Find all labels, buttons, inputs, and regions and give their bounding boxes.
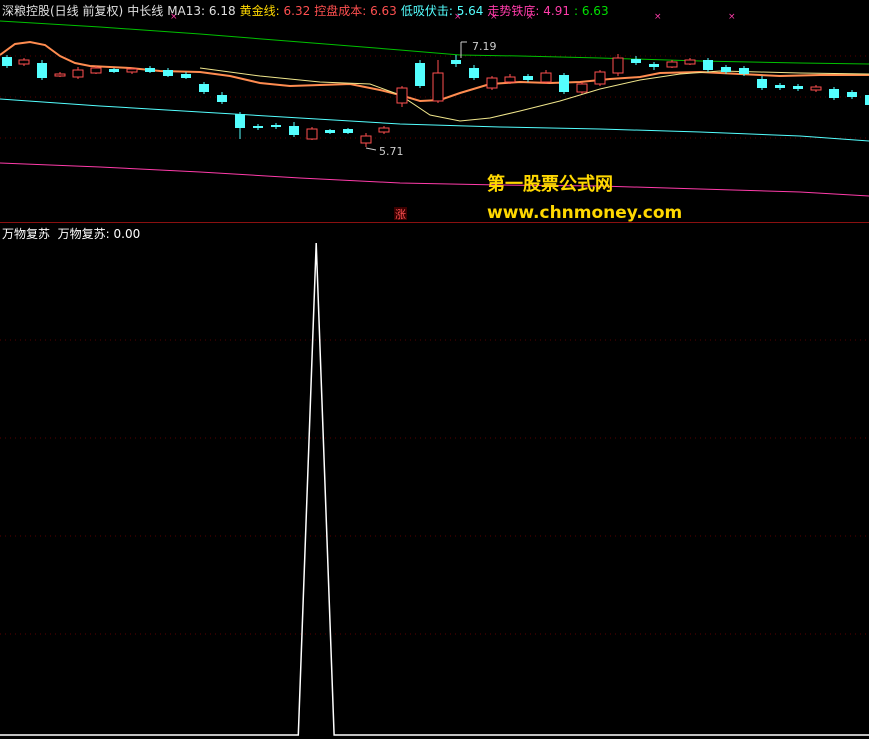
- candle-body: [109, 69, 119, 72]
- series-line-wanwufusu: [0, 242, 869, 736]
- trend-value: 4.91: [543, 4, 570, 18]
- candle-body: [576, 83, 588, 93]
- sub-series-value: 0.00: [113, 227, 141, 241]
- candle-body: [540, 72, 552, 83]
- candle-body: [432, 72, 444, 102]
- candle-body: [721, 67, 731, 72]
- candle-body: [37, 63, 47, 78]
- gold-label-text: 黄金线:: [239, 4, 280, 18]
- sub-chart-panel[interactable]: 万物复苏 万物复苏: 0.00: [0, 223, 869, 739]
- rise-badge: 涨: [395, 208, 406, 221]
- candle-body: [181, 74, 191, 78]
- candle-body: [253, 126, 263, 128]
- candle-body: [325, 130, 335, 133]
- candle-body: [504, 76, 516, 83]
- candle-body: [396, 87, 408, 104]
- watermark-title: 第一股票公式网: [487, 174, 613, 195]
- candle-body: [523, 76, 533, 80]
- candle-body: [594, 71, 606, 85]
- candle-body: [666, 61, 678, 68]
- trend-label-text: 走势铁底:: [487, 4, 540, 18]
- low-line: [0, 98, 869, 142]
- watermark-url: www.chnmoney.com: [487, 203, 683, 223]
- sub-legend: 万物复苏 万物复苏: 0.00: [2, 225, 140, 242]
- candle-body: [649, 64, 659, 67]
- candle-body: [739, 68, 749, 74]
- low-annotation: 5.71: [365, 145, 404, 158]
- trend-line: [0, 162, 869, 197]
- main-legend: 深粮控股(日线 前复权) 中长线 MA13: 6.18 黄金线: 6.32 控盘成本: …: [2, 2, 613, 19]
- candle-body: [486, 77, 498, 89]
- candle-body: [163, 70, 173, 76]
- candle-body: [360, 135, 372, 144]
- candle-body: [757, 79, 767, 88]
- candle-body: [829, 89, 839, 98]
- candlestick-chart[interactable]: × × × × × × 7.19 5.71 涨: [0, 0, 869, 222]
- candle-body: [810, 86, 822, 91]
- stock-title: 深粮控股(日线 前复权): [2, 4, 124, 18]
- candle-body: [703, 60, 713, 70]
- high-price-label: 7.19: [472, 40, 497, 53]
- low-value: 5.64: [456, 4, 484, 18]
- sub-series-label: 万物复苏:: [57, 227, 110, 241]
- candle-body: [415, 63, 425, 86]
- ma13-label-text: MA13:: [167, 4, 206, 18]
- candle-body: [72, 69, 84, 78]
- candle-body: [126, 68, 138, 73]
- gold-line-label: 黄金线: 6.32: [240, 4, 311, 18]
- sub-grid-lines: [0, 339, 869, 635]
- candle-body: [306, 128, 318, 140]
- cost-value: 6.63: [370, 4, 397, 18]
- candle-body: [271, 125, 281, 127]
- indicator-line-chart[interactable]: [0, 223, 869, 739]
- gold-value: 6.32: [283, 4, 311, 18]
- candle-body: [793, 86, 803, 89]
- extra-value: : 6.63: [574, 4, 609, 18]
- low-label-text: 低吸伏击:: [400, 4, 453, 18]
- candle-body: [847, 92, 857, 97]
- indicator-name: 中长线: [127, 4, 164, 18]
- ma13-value: 6.18: [208, 4, 236, 18]
- low-price-label: 5.71: [379, 145, 404, 158]
- candle-body: [90, 67, 102, 74]
- candle-body: [235, 114, 245, 128]
- svg-text:×: ×: [654, 12, 662, 22]
- candle-body: [559, 75, 569, 92]
- candle-body: [2, 57, 12, 66]
- sub-indicator-name: 万物复苏: [2, 227, 51, 241]
- candle-body: [54, 73, 66, 77]
- trend-label: 走势铁底: 4.91: [487, 4, 570, 18]
- candle-body: [145, 68, 155, 72]
- cost-label-text: 控盘成本:: [314, 4, 367, 18]
- ma13-label: MA13: 6.18: [167, 4, 235, 18]
- main-chart-panel[interactable]: 深粮控股(日线 前复权) 中长线 MA13: 6.18 黄金线: 6.32 控盘成本: …: [0, 0, 869, 223]
- candle-body: [378, 127, 390, 133]
- candle-body: [451, 60, 461, 64]
- low-label: 低吸伏击: 5.64: [401, 4, 484, 18]
- candle-body: [775, 85, 785, 88]
- candle-body: [199, 84, 209, 92]
- candle-body: [469, 68, 479, 78]
- candle-body: [684, 59, 696, 65]
- green-line: [0, 20, 869, 65]
- candle-body: [217, 95, 227, 102]
- svg-text:×: ×: [728, 12, 736, 22]
- candle-body: [289, 126, 299, 135]
- candle-body: [18, 59, 30, 65]
- candle-body: [343, 129, 353, 133]
- candle-body: [631, 59, 641, 63]
- cost-label: 控盘成本: 6.63: [314, 4, 397, 18]
- candle-body: [865, 95, 869, 105]
- candle-body: [612, 57, 624, 74]
